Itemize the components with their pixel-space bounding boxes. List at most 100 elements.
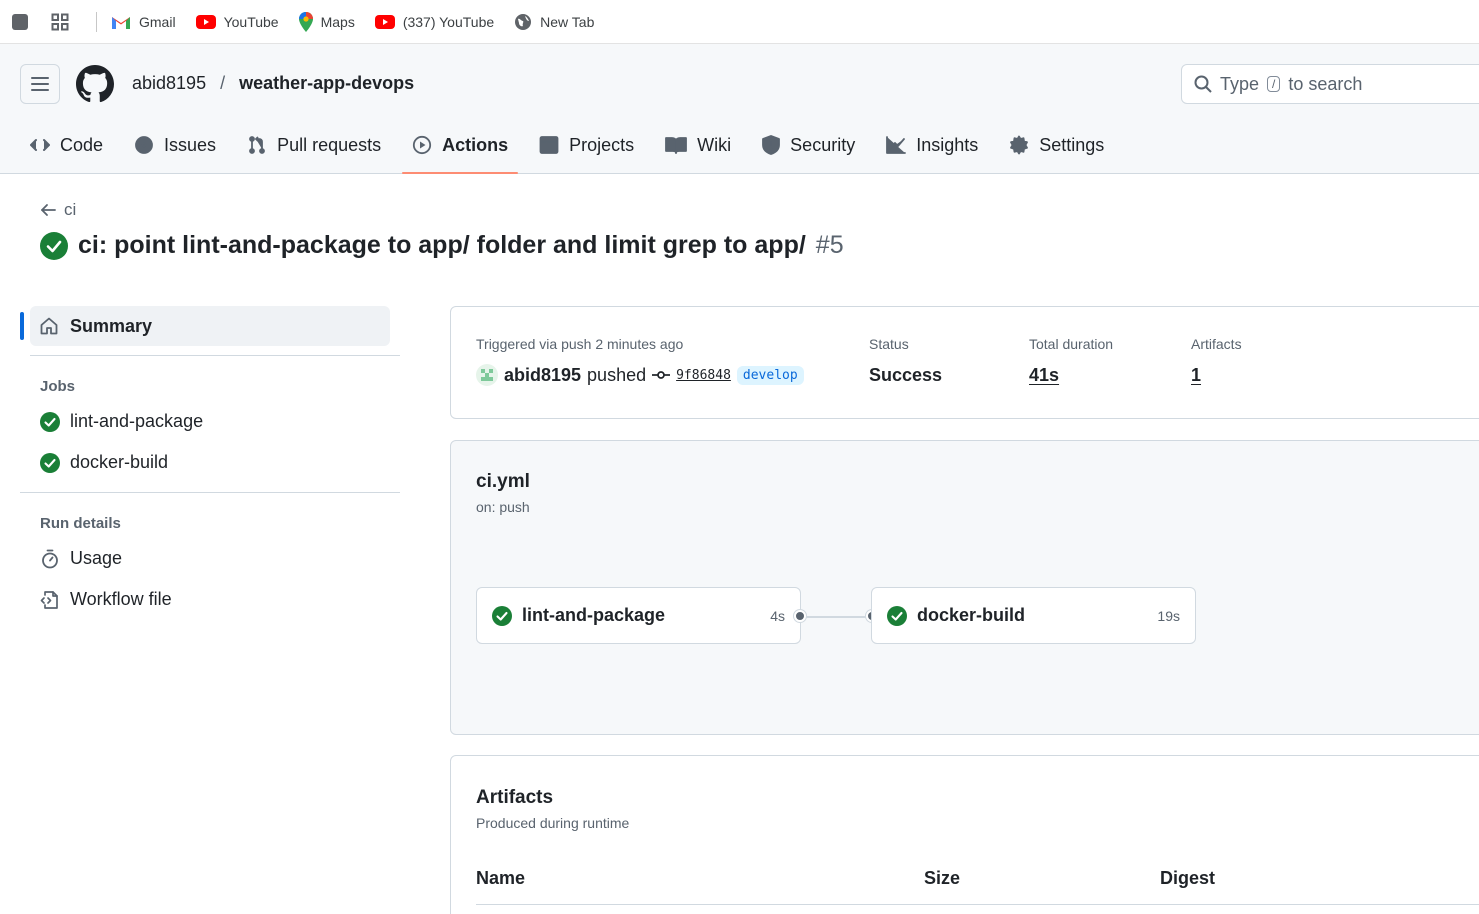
- tab-label: Security: [790, 134, 856, 155]
- status-label: Status: [869, 336, 909, 352]
- bookmarks-bar: Gmail YouTube Maps (337) YouTube New Tab: [0, 0, 1479, 44]
- artifacts-title: Artifacts: [476, 787, 554, 808]
- maps-icon: [298, 11, 313, 32]
- github-logo-icon[interactable]: [76, 65, 114, 103]
- sidebar-item-label: Usage: [70, 548, 123, 568]
- shield-icon: [762, 135, 781, 155]
- tab-label: Wiki: [697, 134, 732, 155]
- status-info: Status Success: [869, 336, 942, 386]
- workflow-trigger: on: push: [476, 499, 530, 515]
- tab-label: Pull requests: [277, 134, 382, 155]
- tab-search-icon[interactable]: [8, 10, 32, 34]
- bookmark-new-tab[interactable]: New Tab: [514, 13, 594, 31]
- sidebar-item-label: docker-build: [70, 452, 169, 472]
- tab-wiki[interactable]: Wiki: [655, 116, 741, 174]
- sidebar-item-label: lint-and-package: [70, 411, 204, 431]
- arrow-left-icon: [41, 204, 56, 216]
- play-icon: [413, 135, 432, 155]
- tab-projects[interactable]: Projects: [529, 116, 644, 174]
- workflow-file-name: ci.yml: [476, 471, 530, 492]
- trigger-label: Triggered via push 2 minutes ago: [476, 336, 684, 352]
- job-output-dot: [794, 610, 806, 622]
- commit-icon: [652, 371, 671, 379]
- tab-security[interactable]: Security: [752, 116, 865, 174]
- youtube-icon: [195, 14, 216, 29]
- apps-grid-icon[interactable]: [48, 10, 72, 34]
- tab-label: Actions: [442, 134, 509, 155]
- check-circle-icon: [40, 231, 68, 260]
- tab-actions[interactable]: Actions: [402, 116, 519, 174]
- bookmark-maps[interactable]: Maps: [298, 11, 355, 32]
- book-icon: [665, 137, 688, 154]
- hamburger-icon: [31, 77, 49, 91]
- check-circle-icon: [492, 605, 512, 626]
- jobs-heading: Jobs: [40, 378, 76, 395]
- commit-sha-link[interactable]: 9f86848: [676, 368, 731, 383]
- sidebar-job-lint-and-package[interactable]: lint-and-package: [20, 401, 400, 442]
- bookmark-youtube-337[interactable]: (337) YouTube: [374, 14, 494, 30]
- tab-label: Insights: [916, 134, 979, 155]
- issue-icon: [135, 136, 153, 154]
- sidebar-item-usage[interactable]: Usage: [20, 538, 400, 579]
- page-title: ci: point lint-and-package to app/ folde…: [40, 231, 844, 260]
- file-code-icon: [40, 590, 58, 609]
- sidebar-item-workflow-file[interactable]: Workflow file: [20, 579, 400, 620]
- run-title-text: ci: point lint-and-package to app/ folde…: [78, 231, 806, 259]
- artifacts-count-link[interactable]: 1: [1191, 365, 1242, 386]
- tab-label: Issues: [164, 134, 217, 155]
- job-connector: [806, 616, 866, 618]
- column-header-size: Size: [924, 868, 961, 888]
- sidebar-divider: [30, 355, 400, 356]
- artifacts-label: Artifacts: [1191, 336, 1242, 352]
- bookmarks-divider: [96, 11, 97, 32]
- tab-label: Code: [60, 134, 104, 155]
- workflow-graph-panel: ci.yml on: push lint-and-package 4s dock…: [450, 440, 1479, 735]
- repo-header: abid8195 / weather-app-devops Type / to …: [0, 44, 1479, 174]
- repo-owner-link[interactable]: abid8195: [132, 73, 206, 94]
- tab-insights[interactable]: Insights: [876, 116, 988, 174]
- sidebar-job-docker-build[interactable]: docker-build: [20, 442, 400, 483]
- bookmark-gmail[interactable]: Gmail: [111, 14, 176, 30]
- actor-link[interactable]: abid8195: [504, 365, 581, 386]
- repo-name-link[interactable]: weather-app-devops: [239, 73, 414, 94]
- duration-link[interactable]: 41s: [1029, 365, 1113, 386]
- table-icon: [539, 136, 559, 154]
- tab-issues[interactable]: Issues: [124, 116, 226, 174]
- push-action-text: pushed: [587, 364, 647, 385]
- repo-tabs: Code Issues Pull requests Actions Projec…: [20, 116, 1125, 174]
- back-to-workflow-link[interactable]: ci: [40, 200, 76, 220]
- job-duration: 4s: [770, 607, 785, 624]
- stopwatch-icon: [42, 549, 58, 568]
- sidebar-item-label: Workflow file: [70, 589, 172, 609]
- duration-label: Total duration: [1029, 336, 1114, 352]
- bookmark-label: New Tab: [540, 13, 595, 30]
- search-icon: [1194, 75, 1212, 93]
- tab-settings[interactable]: Settings: [999, 116, 1114, 174]
- run-number: #5: [815, 231, 844, 259]
- globe-icon: [515, 13, 532, 30]
- artifacts-subtitle: Produced during runtime: [476, 815, 630, 831]
- tab-pull-requests[interactable]: Pull requests: [237, 116, 391, 174]
- check-circle-icon: [887, 605, 907, 626]
- check-circle-icon: [40, 411, 60, 432]
- search-suffix: to search: [1288, 73, 1363, 94]
- job-duration: 19s: [1157, 607, 1180, 624]
- tab-code[interactable]: Code: [20, 116, 113, 174]
- bookmark-label: YouTube: [223, 13, 279, 30]
- search-shortcut-key: /: [1267, 76, 1281, 92]
- youtube-icon: [374, 14, 395, 29]
- job-card-docker-build[interactable]: docker-build 19s: [871, 587, 1196, 644]
- bookmark-youtube[interactable]: YouTube: [195, 13, 279, 30]
- graph-icon: [886, 136, 907, 154]
- job-card-lint-and-package[interactable]: lint-and-package 4s: [476, 587, 801, 644]
- menu-button[interactable]: [20, 64, 60, 104]
- artifacts-info: Artifacts 1: [1191, 336, 1242, 386]
- branch-badge[interactable]: develop: [736, 365, 804, 385]
- tab-label: Settings: [1039, 134, 1105, 155]
- column-header-digest: Digest: [1160, 868, 1216, 888]
- avatar[interactable]: [476, 364, 498, 386]
- bookmark-label: Gmail: [139, 13, 176, 30]
- sidebar-item-summary[interactable]: Summary: [20, 306, 390, 346]
- gmail-icon: [112, 16, 130, 29]
- search-input[interactable]: Type / to search: [1181, 64, 1479, 104]
